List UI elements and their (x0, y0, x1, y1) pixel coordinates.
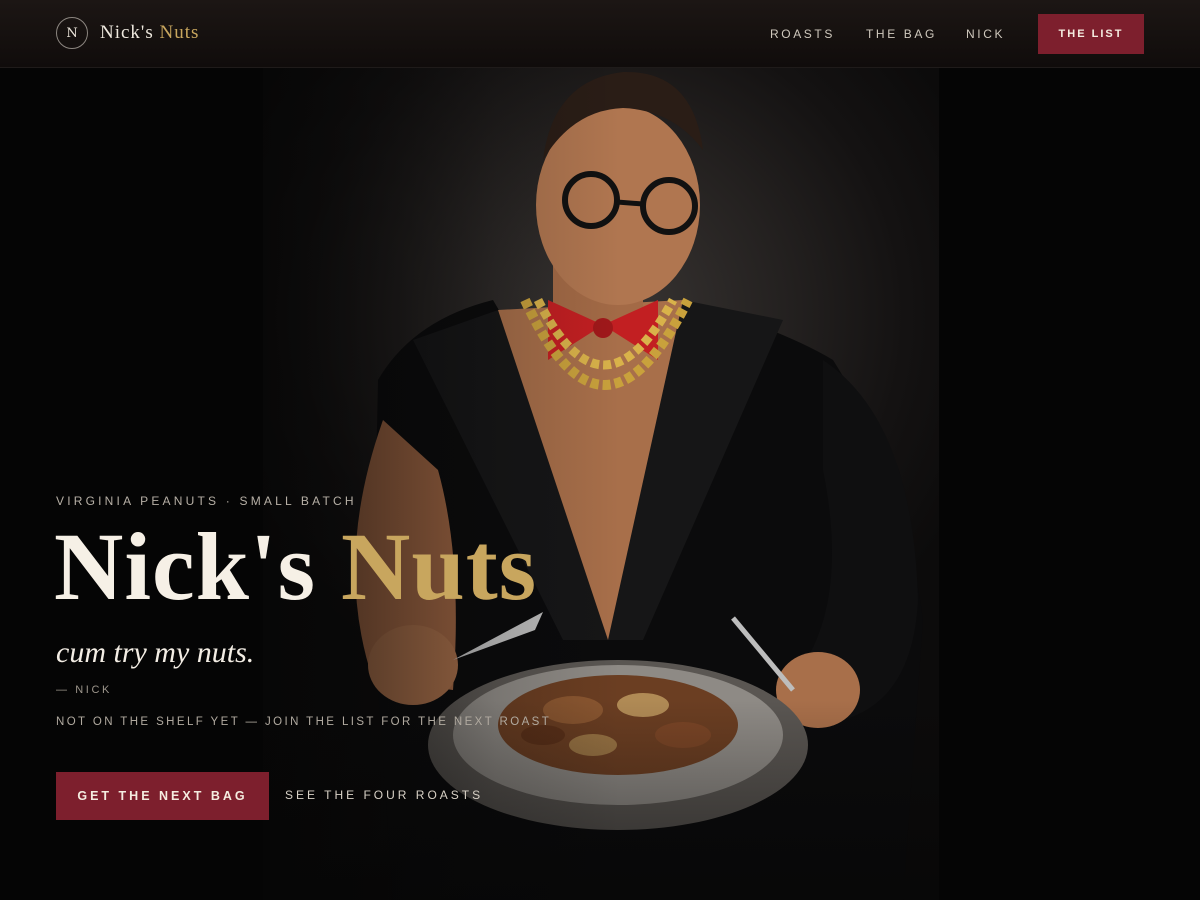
nav-link-nick[interactable]: NICK (966, 27, 1005, 41)
bow-tie-knot (593, 318, 613, 338)
site-header: N Nick's Nuts ROASTS THE BAG NICK THE LI… (0, 0, 1200, 68)
logo-mark-letter: N (66, 25, 78, 41)
hero-photo (263, 0, 939, 900)
hero-title-part1: Nick's (54, 513, 317, 620)
hero-attribution: — NICK (56, 684, 112, 696)
logo-wordmark[interactable]: Nick's Nuts (100, 22, 199, 44)
nut (617, 693, 669, 717)
the-list-button[interactable]: THE LIST (1038, 14, 1144, 54)
hero-eyebrow: VIRGINIA PEANUTS · SMALL BATCH (56, 494, 357, 508)
see-four-roasts-link[interactable]: SEE THE FOUR ROASTS (285, 788, 483, 802)
nut (569, 734, 617, 756)
logo-name-part2: Nuts (159, 22, 200, 43)
hero-title: Nick's Nuts (54, 514, 537, 620)
hero-tagline: cum try my nuts. (56, 636, 255, 669)
hero-notice: NOT ON THE SHELF YET — JOIN THE LIST FOR… (56, 716, 552, 728)
nav-link-roasts[interactable]: ROASTS (770, 27, 835, 41)
nav-link-the-bag[interactable]: THE BAG (866, 27, 937, 41)
get-next-bag-button[interactable]: GET THE NEXT BAG (56, 772, 269, 820)
hero-portrait-illustration (355, 71, 923, 900)
nut (655, 722, 711, 748)
logo-mark[interactable]: N (56, 17, 88, 49)
nut (543, 696, 603, 724)
logo-name-part1: Nick's (100, 22, 154, 43)
glasses-bridge (616, 199, 644, 207)
left-hand (368, 625, 458, 705)
hero-title-part2: Nuts (341, 513, 538, 620)
nut (521, 725, 565, 745)
